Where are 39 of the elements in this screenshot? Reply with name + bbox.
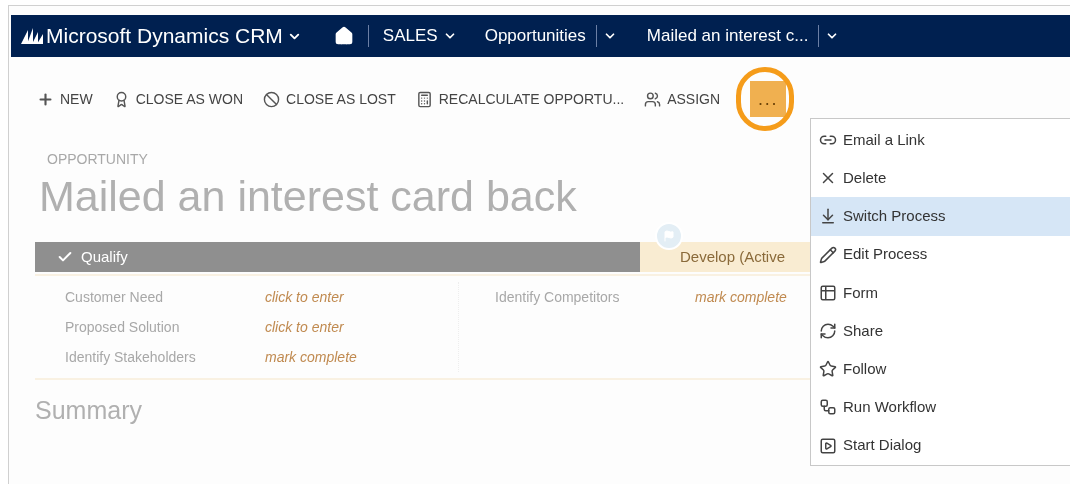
toolbar-button[interactable]: ASSIGN [644,88,721,110]
menu-item[interactable]: Run Workflow [811,388,1070,427]
play-icon [819,436,837,455]
menu-item[interactable]: Start Dialog [811,426,1070,465]
toolbar-button[interactable]: CLOSE AS LOST [263,88,396,110]
field-label: Customer Need [65,288,164,305]
menu-item[interactable]: Follow [811,350,1070,389]
workflow-icon [819,398,837,417]
pencil-icon [819,245,837,264]
flag-icon [655,222,683,250]
star-icon [819,360,837,379]
record-title: Mailed an interest card back [39,171,577,222]
field-label: Identify Stakeholders [65,348,196,365]
menu-item[interactable]: Delete [811,159,1070,198]
logo-icon [21,28,43,44]
menu-item[interactable]: Switch Process [811,197,1070,236]
plus-icon [37,90,54,108]
area-menu[interactable]: SALES [382,23,438,49]
menu-item[interactable]: Form [811,273,1070,312]
share-icon [819,322,837,341]
field-label: Identify Competitors [495,288,620,305]
entity-link[interactable]: Opportunities [484,23,586,49]
people-icon [644,90,662,108]
calculator-icon [415,90,433,108]
field-label: Proposed Solution [65,318,180,335]
switch-icon [819,207,837,226]
toolbar-button[interactable]: RECALCULATE OPPORTU... [415,88,625,110]
more-button[interactable]: ... [750,81,787,117]
menu-item[interactable]: Email a Link [811,121,1070,160]
toolbar-button[interactable]: NEW [37,88,93,110]
ban-icon [263,90,281,108]
app-title[interactable]: Microsoft Dynamics CRM [46,20,283,52]
home-icon[interactable] [333,26,354,46]
menu-item[interactable]: Share [811,311,1070,351]
record-link[interactable]: Mailed an interest c... [646,23,809,49]
entity-label: OPPORTUNITY [47,150,148,169]
toolbar-button[interactable]: CLOSE AS WON [112,88,244,110]
form-icon [819,283,837,302]
section-heading: Summary [35,395,142,426]
